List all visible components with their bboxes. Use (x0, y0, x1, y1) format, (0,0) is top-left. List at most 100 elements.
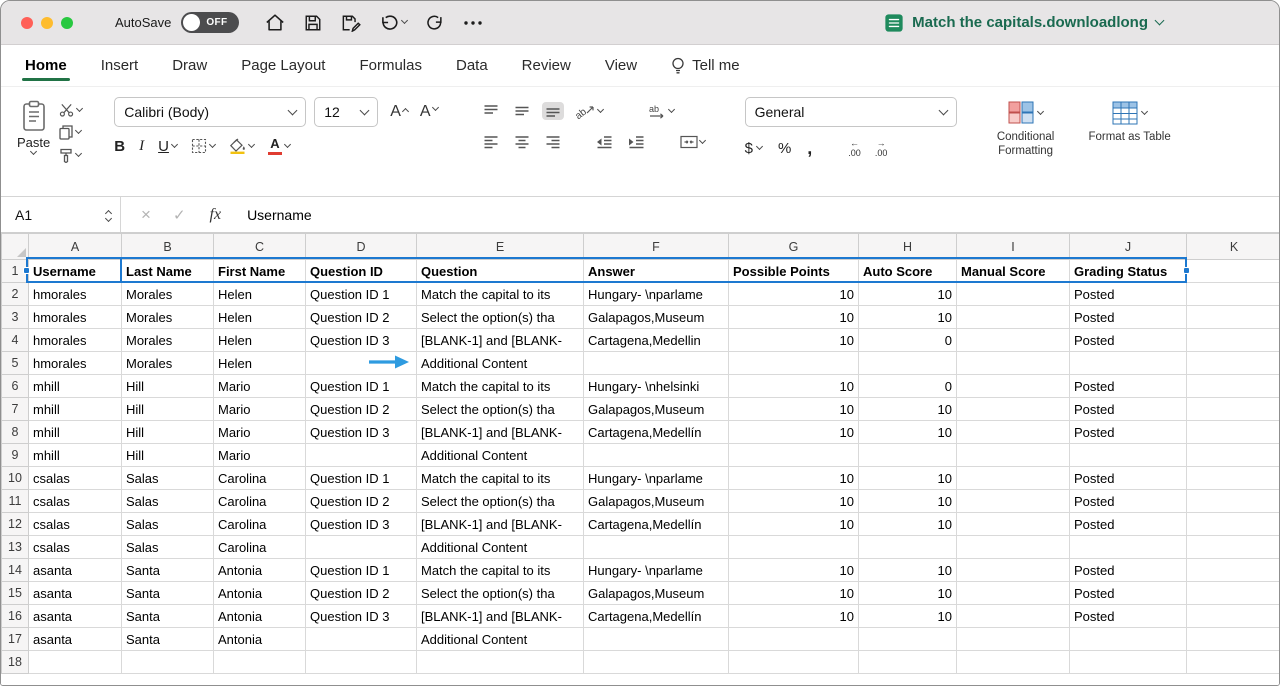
font-size-select[interactable]: 12 (314, 97, 378, 127)
cell-J12[interactable]: Posted (1070, 513, 1187, 536)
cell-I11[interactable] (957, 490, 1070, 513)
tab-formulas[interactable]: Formulas (359, 45, 422, 86)
cell-I18[interactable] (957, 651, 1070, 674)
cell-D15[interactable]: Question ID 2 (306, 582, 417, 605)
cell-A2[interactable]: hmorales (29, 283, 122, 306)
cell-C2[interactable]: Helen (214, 283, 306, 306)
cell-A14[interactable]: asanta (29, 559, 122, 582)
cell-F16[interactable]: Cartagena,Medellín (584, 605, 729, 628)
cell-G15[interactable]: 10 (729, 582, 859, 605)
font-color-chevron-icon[interactable] (284, 140, 291, 147)
cell-F9[interactable] (584, 444, 729, 467)
cell-B15[interactable]: Santa (122, 582, 214, 605)
cell-H2[interactable]: 10 (859, 283, 957, 306)
cell-K8[interactable] (1187, 421, 1280, 444)
column-header-D[interactable]: D (306, 234, 417, 260)
name-box[interactable]: A1 (1, 197, 121, 232)
underline-button[interactable]: U (158, 138, 177, 155)
document-menu-chevron-icon[interactable] (1155, 16, 1165, 26)
cell-D7[interactable]: Question ID 2 (306, 398, 417, 421)
percent-button[interactable]: % (778, 140, 791, 157)
cell-A7[interactable]: mhill (29, 398, 122, 421)
cell-D2[interactable]: Question ID 1 (306, 283, 417, 306)
cell-D14[interactable]: Question ID 1 (306, 559, 417, 582)
cell-E5[interactable]: Additional Content (417, 352, 584, 375)
decrease-indent-button[interactable] (593, 133, 616, 151)
cell-I17[interactable] (957, 628, 1070, 651)
cell-I5[interactable] (957, 352, 1070, 375)
cell-H12[interactable]: 10 (859, 513, 957, 536)
cell-C8[interactable]: Mario (214, 421, 306, 444)
row-header-1[interactable]: 1 (2, 260, 29, 283)
cell-C18[interactable] (214, 651, 306, 674)
row-header-5[interactable]: 5 (2, 352, 29, 375)
cell-G8[interactable]: 10 (729, 421, 859, 444)
cell-C10[interactable]: Carolina (214, 467, 306, 490)
cell-A3[interactable]: hmorales (29, 306, 122, 329)
cell-D5[interactable] (306, 352, 417, 375)
tab-tell-me[interactable]: Tell me (671, 45, 740, 86)
cell-C17[interactable]: Antonia (214, 628, 306, 651)
cell-F15[interactable]: Galapagos,Museum (584, 582, 729, 605)
cell-J3[interactable]: Posted (1070, 306, 1187, 329)
cell-B5[interactable]: Morales (122, 352, 214, 375)
cell-C9[interactable]: Mario (214, 444, 306, 467)
cell-G18[interactable] (729, 651, 859, 674)
font-name-select[interactable]: Calibri (Body) (114, 97, 306, 127)
column-header-H[interactable]: H (859, 234, 957, 260)
cell-I10[interactable] (957, 467, 1070, 490)
row-header-13[interactable]: 13 (2, 536, 29, 559)
align-middle-button[interactable] (511, 102, 533, 120)
cell-B17[interactable]: Santa (122, 628, 214, 651)
cell-G7[interactable]: 10 (729, 398, 859, 421)
cell-J14[interactable]: Posted (1070, 559, 1187, 582)
cell-D9[interactable] (306, 444, 417, 467)
cell-I16[interactable] (957, 605, 1070, 628)
italic-button[interactable]: I (139, 138, 144, 155)
confirm-entry-button[interactable]: ✓ (173, 206, 186, 224)
cell-G3[interactable]: 10 (729, 306, 859, 329)
home-button[interactable] (265, 13, 285, 32)
cell-F2[interactable]: Hungary- \nparlame (584, 283, 729, 306)
cell-K9[interactable] (1187, 444, 1280, 467)
cell-G11[interactable]: 10 (729, 490, 859, 513)
cell-E1[interactable]: Question (417, 260, 584, 283)
cell-I2[interactable] (957, 283, 1070, 306)
cell-B6[interactable]: Hill (122, 375, 214, 398)
formula-bar-content[interactable]: Username (247, 207, 312, 223)
document-title-group[interactable]: Match the capitals.downloadlong (884, 13, 1163, 33)
orientation-chevron-icon[interactable] (597, 105, 604, 112)
column-header-F[interactable]: F (584, 234, 729, 260)
cell-A13[interactable]: csalas (29, 536, 122, 559)
cell-D11[interactable]: Question ID 2 (306, 490, 417, 513)
cell-D6[interactable]: Question ID 1 (306, 375, 417, 398)
cell-H6[interactable]: 0 (859, 375, 957, 398)
row-header-14[interactable]: 14 (2, 559, 29, 582)
name-box-steppers[interactable] (106, 208, 111, 221)
cell-A17[interactable]: asanta (29, 628, 122, 651)
cell-F1[interactable]: Answer (584, 260, 729, 283)
row-header-17[interactable]: 17 (2, 628, 29, 651)
cell-B9[interactable]: Hill (122, 444, 214, 467)
cell-F4[interactable]: Cartagena,Medellin (584, 329, 729, 352)
cell-K5[interactable] (1187, 352, 1280, 375)
cell-K2[interactable] (1187, 283, 1280, 306)
cell-H4[interactable]: 0 (859, 329, 957, 352)
cut-button[interactable] (59, 103, 82, 117)
cell-C15[interactable]: Antonia (214, 582, 306, 605)
cell-I13[interactable] (957, 536, 1070, 559)
undo-menu-chevron-icon[interactable] (401, 17, 408, 24)
cell-E13[interactable]: Additional Content (417, 536, 584, 559)
cell-E16[interactable]: [BLANK-1] and [BLANK- (417, 605, 584, 628)
cell-H7[interactable]: 10 (859, 398, 957, 421)
cell-B16[interactable]: Santa (122, 605, 214, 628)
cell-A6[interactable]: mhill (29, 375, 122, 398)
format-painter-button[interactable] (59, 148, 82, 163)
cell-E8[interactable]: [BLANK-1] and [BLANK- (417, 421, 584, 444)
cell-E6[interactable]: Match the capital to its (417, 375, 584, 398)
fill-color-chevron-icon[interactable] (248, 140, 255, 147)
cell-E15[interactable]: Select the option(s) tha (417, 582, 584, 605)
wrap-text-chevron-icon[interactable] (668, 105, 675, 112)
cell-E12[interactable]: [BLANK-1] and [BLANK- (417, 513, 584, 536)
align-right-button[interactable] (542, 133, 564, 151)
